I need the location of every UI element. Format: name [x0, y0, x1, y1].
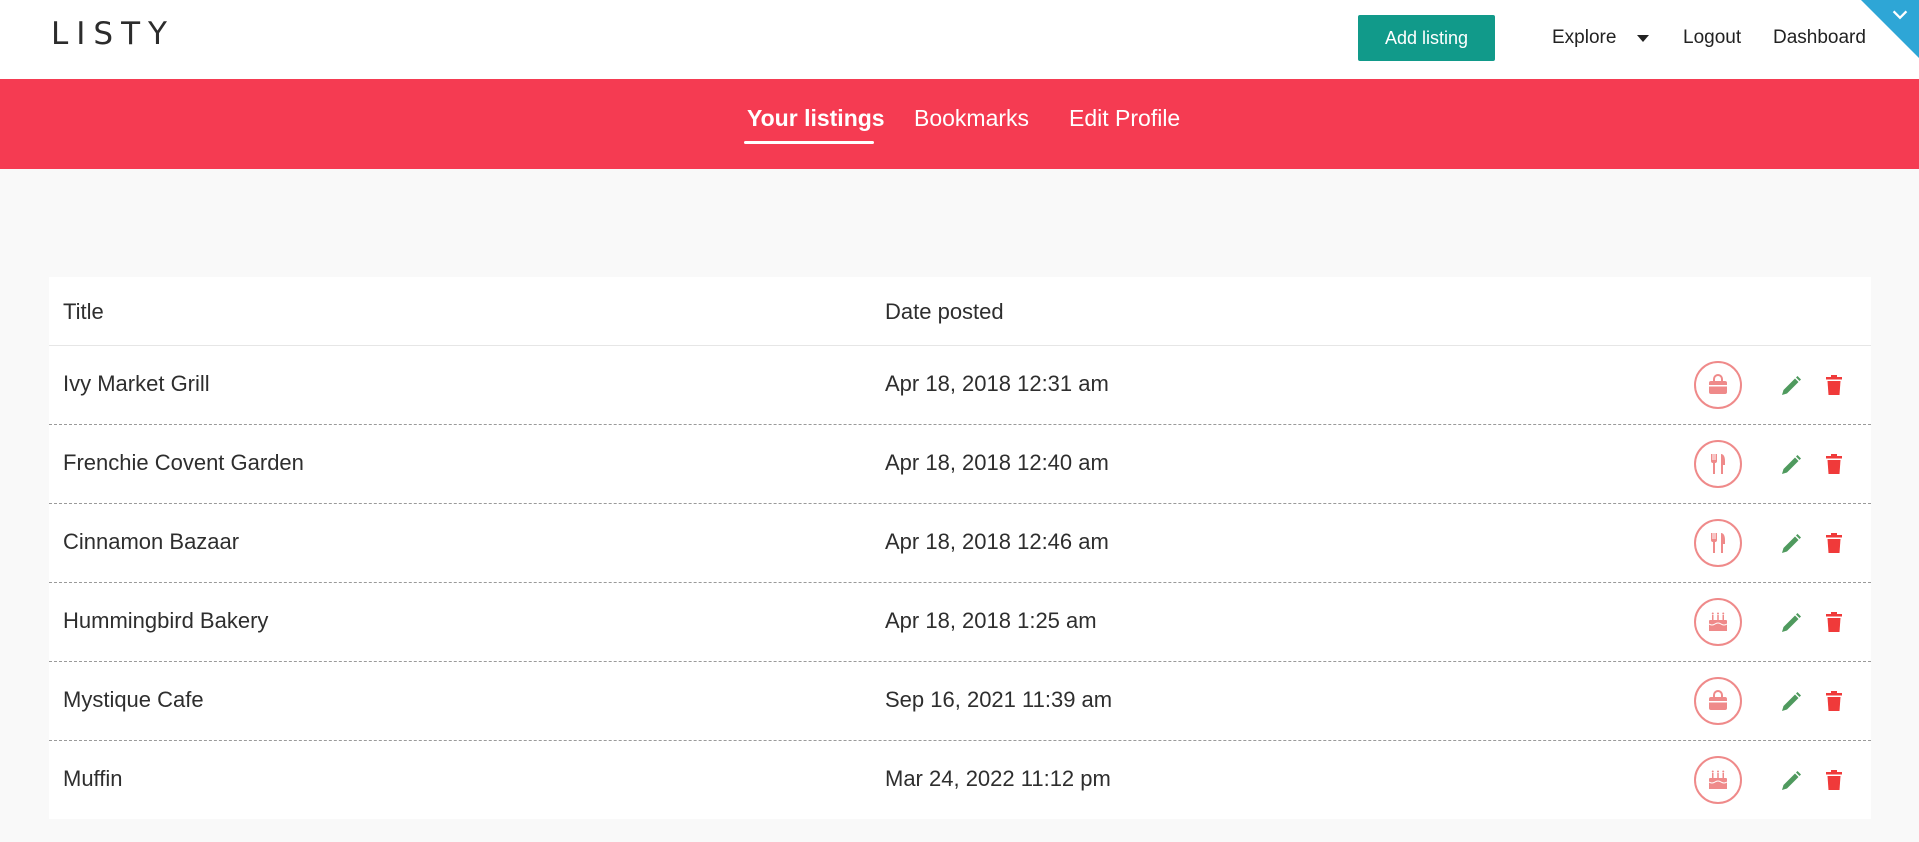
delete-trash-icon[interactable] — [1824, 532, 1844, 554]
listing-date: Mar 24, 2022 11:12 pm — [885, 766, 1111, 791]
top-navbar: LISTY Add listing Explore Logout Dashboa… — [0, 0, 1919, 79]
edit-pencil-icon[interactable] — [1779, 532, 1803, 556]
table-row: Cinnamon Bazaar Apr 18, 2018 12:46 am — [49, 504, 1871, 583]
table-body: Ivy Market Grill Apr 18, 2018 12:31 am Fre… — [49, 346, 1871, 819]
table-row: Hummingbird Bakery Apr 18, 2018 1:25 am — [49, 583, 1871, 662]
table-row: Ivy Market Grill Apr 18, 2018 12:31 am — [49, 346, 1871, 425]
active-tab-indicator — [744, 141, 874, 144]
listing-title[interactable]: Ivy Market Grill — [63, 371, 210, 397]
listing-title[interactable]: Frenchie Covent Garden — [63, 450, 304, 476]
column-header-title: Title — [63, 299, 104, 324]
listing-title[interactable]: Muffin — [63, 766, 123, 792]
shopping-bag-icon — [1694, 361, 1742, 409]
listing-date: Sep 16, 2021 11:39 am — [885, 687, 1113, 712]
site-logo[interactable]: LISTY — [51, 16, 175, 52]
listing-title[interactable]: Mystique Cafe — [63, 687, 204, 713]
listing-date: Apr 18, 2018 1:25 am — [885, 608, 1097, 633]
edit-pencil-icon[interactable] — [1779, 769, 1803, 793]
birthday-cake-icon — [1694, 756, 1742, 804]
edit-pencil-icon[interactable] — [1779, 690, 1803, 714]
delete-trash-icon[interactable] — [1824, 374, 1844, 396]
nav-explore[interactable]: Explore — [1552, 27, 1616, 49]
column-header-date: Date posted — [885, 299, 1004, 324]
listing-title[interactable]: Cinnamon Bazaar — [63, 529, 239, 555]
table-row: Frenchie Covent Garden Apr 18, 2018 12:40… — [49, 425, 1871, 504]
fork-knife-icon — [1694, 440, 1742, 488]
explore-caret-icon[interactable] — [1637, 35, 1649, 42]
table-row: Muffin Mar 24, 2022 11:12 pm — [49, 741, 1871, 819]
edit-pencil-icon[interactable] — [1779, 453, 1803, 477]
tab-your-listings[interactable]: Your listings — [747, 105, 885, 132]
fork-knife-icon — [1694, 519, 1742, 567]
delete-trash-icon[interactable] — [1824, 690, 1844, 712]
listing-date: Apr 18, 2018 12:31 am — [885, 371, 1109, 396]
table-header: Title Date posted — [49, 277, 1871, 346]
delete-trash-icon[interactable] — [1824, 611, 1844, 633]
delete-trash-icon[interactable] — [1824, 453, 1844, 475]
nav-logout[interactable]: Logout — [1683, 27, 1741, 49]
shopping-bag-icon — [1694, 677, 1742, 725]
edit-pencil-icon[interactable] — [1779, 374, 1803, 398]
tab-edit-profile[interactable]: Edit Profile — [1069, 105, 1180, 132]
table-row: Mystique Cafe Sep 16, 2021 11:39 am — [49, 662, 1871, 741]
tab-bookmarks[interactable]: Bookmarks — [914, 105, 1029, 132]
add-listing-button[interactable]: Add listing — [1358, 15, 1495, 61]
listing-date: Apr 18, 2018 12:40 am — [885, 450, 1109, 475]
edit-pencil-icon[interactable] — [1779, 611, 1803, 635]
birthday-cake-icon — [1694, 598, 1742, 646]
listing-title[interactable]: Hummingbird Bakery — [63, 608, 268, 634]
listings-table: Title Date posted Ivy Market Grill Apr 18… — [49, 277, 1871, 819]
nav-dashboard[interactable]: Dashboard — [1773, 27, 1866, 49]
chevron-down-icon[interactable] — [1889, 4, 1911, 26]
listing-date: Apr 18, 2018 12:46 am — [885, 529, 1109, 554]
delete-trash-icon[interactable] — [1824, 769, 1844, 791]
